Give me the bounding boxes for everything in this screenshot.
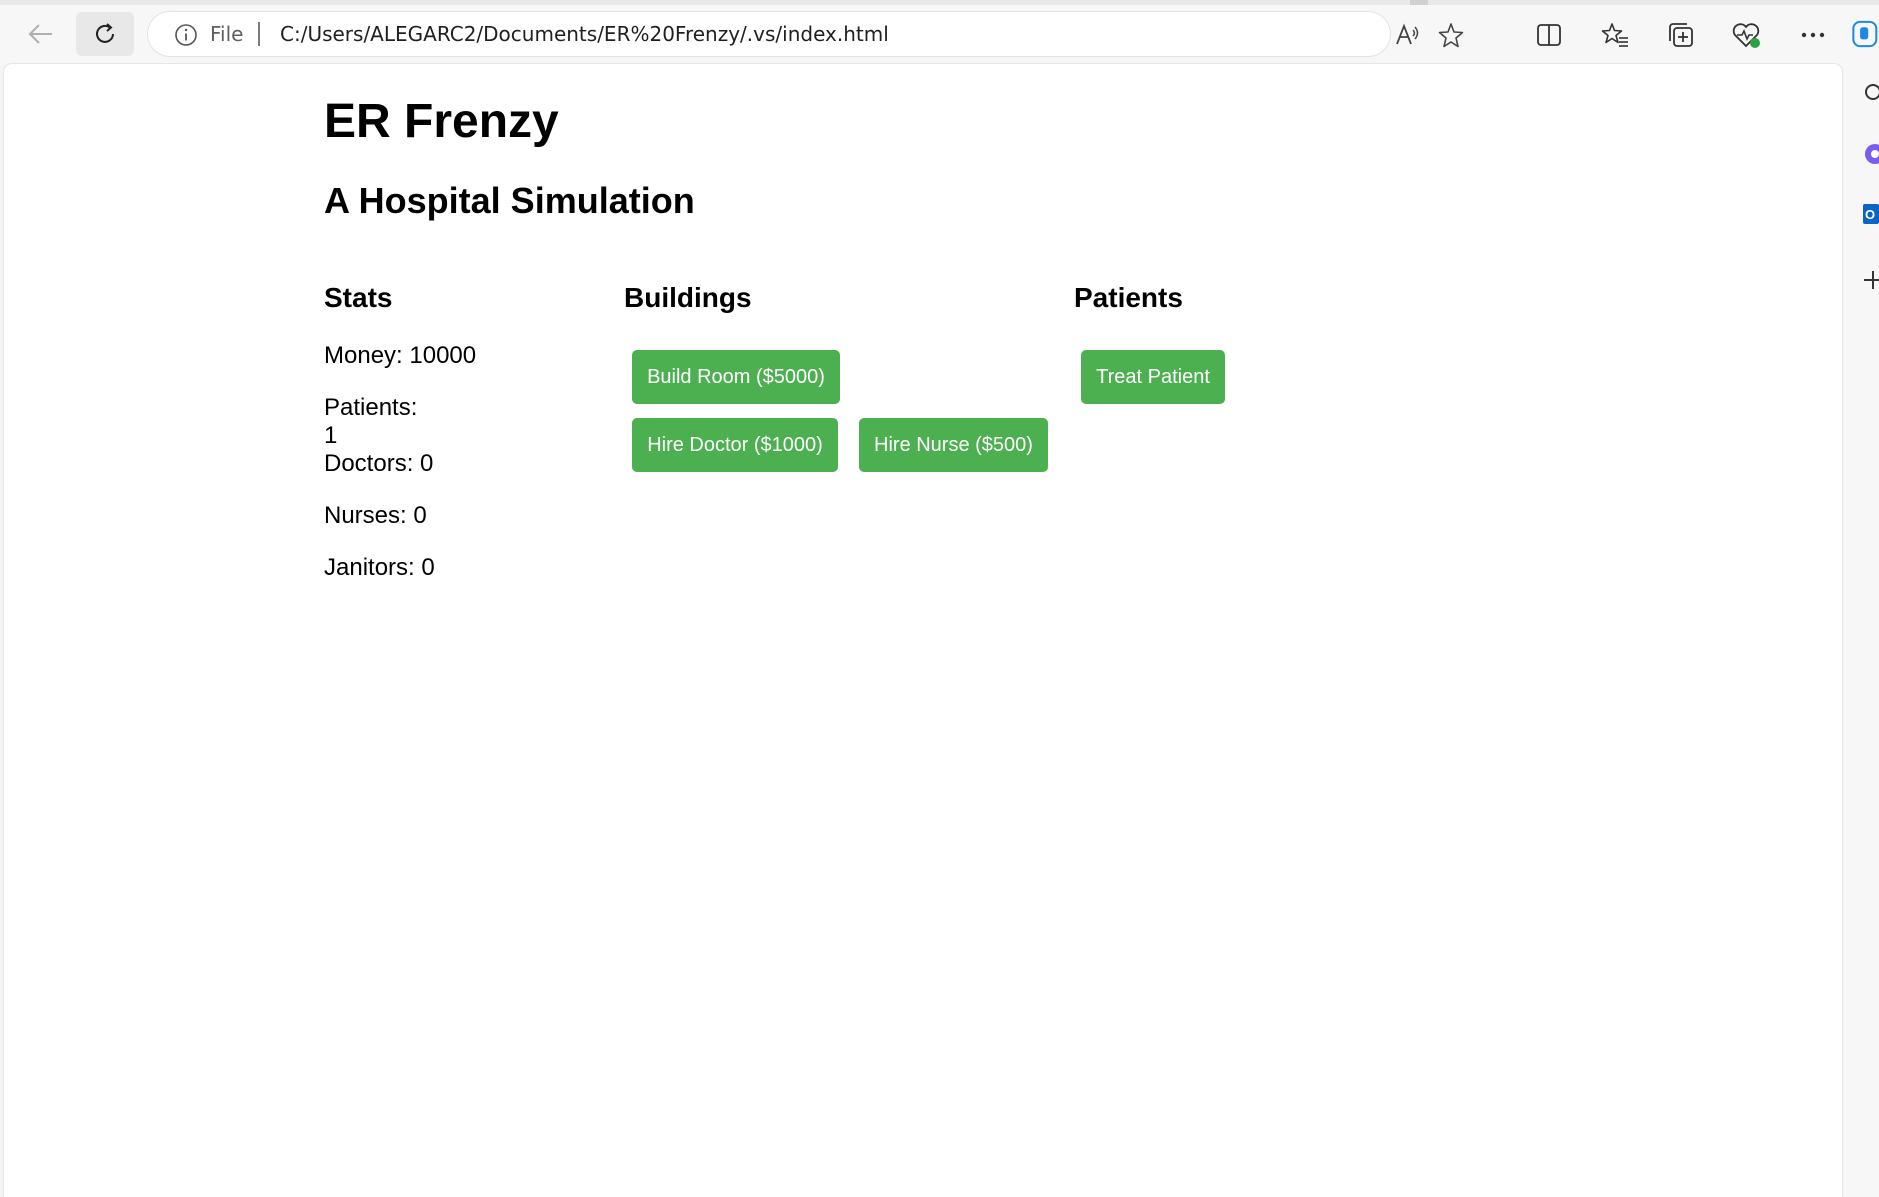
refresh-icon (96, 23, 114, 43)
web-page: ER Frenzy A Hospital Simulation Stats Mo… (4, 64, 1842, 1197)
url-text[interactable]: C:/Users/ALEGARC2/Documents/ER%20Frenzy/… (280, 22, 889, 46)
doctors-stat: Doctors: 0 (324, 450, 434, 477)
favorite-star-icon[interactable] (1438, 22, 1464, 53)
address-bar[interactable]: File C:/Users/ALEGARC2/Documents/ER%20Fr… (148, 12, 1464, 56)
buildings-heading: Buildings (624, 282, 752, 313)
scheme-label: File (210, 22, 244, 46)
address-separator (258, 22, 260, 46)
read-aloud-icon[interactable] (1394, 22, 1420, 53)
janitors-stat: Janitors: 0 (324, 554, 435, 581)
money-stat: Money: 10000 (324, 342, 477, 369)
more-options-icon[interactable] (1798, 20, 1828, 50)
hire-doctor-button[interactable]: Hire Doctor ($1000) (632, 418, 838, 472)
copilot-sidebar-icon[interactable] (1863, 142, 1879, 166)
patients-heading: Patients (1074, 282, 1183, 313)
split-screen-icon[interactable] (1534, 20, 1564, 50)
search-icon[interactable] (1863, 82, 1879, 104)
browser-essentials-icon[interactable] (1732, 20, 1762, 50)
browser-toolbar: File C:/Users/ALEGARC2/Documents/ER%20Fr… (0, 0, 1879, 66)
collections-icon[interactable] (1666, 20, 1696, 50)
stats-heading: Stats (324, 282, 393, 313)
hire-nurse-button[interactable]: Hire Nurse ($500) (859, 418, 1048, 472)
favorites-icon[interactable] (1600, 20, 1630, 50)
add-icon[interactable] (1863, 270, 1879, 290)
build-room-button[interactable]: Build Room ($5000) (632, 350, 840, 404)
tab-strip-edge (0, 0, 1879, 5)
edge-sidebar: O (1843, 66, 1879, 1197)
svg-text:O: O (1865, 207, 1875, 222)
site-info-icon[interactable] (174, 23, 198, 52)
refresh-button[interactable] (76, 12, 134, 56)
page-title: ER Frenzy (324, 95, 559, 148)
patients-stat-label: Patients: (324, 394, 418, 421)
nurses-stat: Nurses: 0 (324, 502, 427, 529)
copilot-icon[interactable] (1852, 14, 1879, 54)
outlook-icon[interactable]: O (1863, 202, 1879, 226)
patients-stat-value: 1 (324, 422, 338, 449)
arrow-left-icon (28, 24, 52, 44)
page-subtitle: A Hospital Simulation (324, 180, 695, 221)
treat-patient-button[interactable]: Treat Patient (1081, 350, 1225, 404)
back-button[interactable] (12, 12, 70, 56)
